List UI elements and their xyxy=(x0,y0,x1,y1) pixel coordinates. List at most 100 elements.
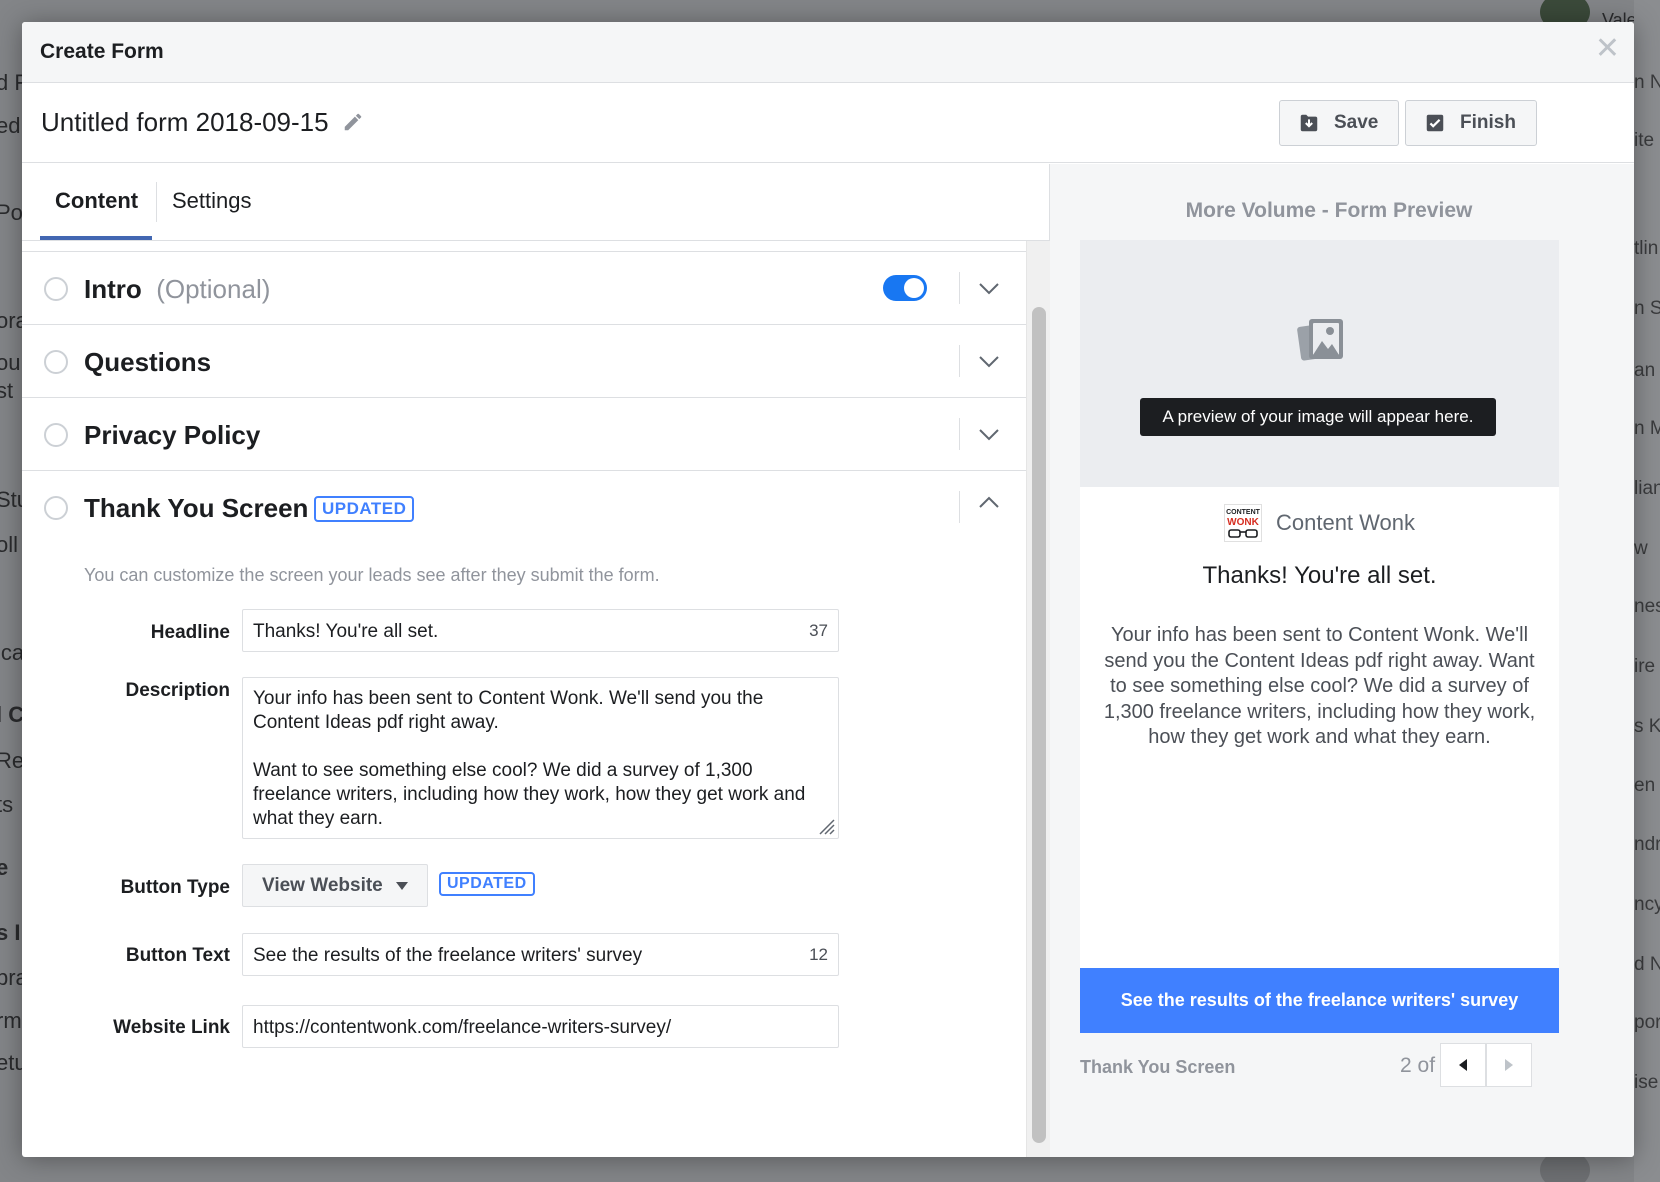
close-icon[interactable]: ✕ xyxy=(1595,34,1620,64)
preview-headline: Thanks! You're all set. xyxy=(1202,562,1437,589)
divider xyxy=(959,491,960,523)
create-form-dialog: Create Form ✕ Untitled form 2018-09-15 S… xyxy=(22,22,1634,1157)
website-link-label: Website Link xyxy=(113,1017,230,1038)
background-text: ndr xyxy=(1634,834,1660,855)
description-textarea[interactable]: Your info has been sent to Content Wonk.… xyxy=(242,677,839,839)
brand-logo: CONTENT WONK xyxy=(1223,504,1262,542)
preview-description: Your info has been sent to Content Wonk.… xyxy=(1103,624,1536,748)
description-label: Description xyxy=(125,680,230,701)
divider xyxy=(959,418,960,450)
next-page-button[interactable] xyxy=(1486,1043,1532,1087)
background-text: Stu xyxy=(0,487,22,512)
sections-list: Intro (Optional) Questions Privacy Polic… xyxy=(22,251,1026,1157)
button-type-value: View Website xyxy=(262,874,383,896)
scrollbar-thumb[interactable] xyxy=(1032,307,1046,1143)
caret-right-icon xyxy=(1505,1059,1513,1071)
button-text-input[interactable]: See the results of the freelance writers… xyxy=(242,933,839,976)
background-text: ire xyxy=(1634,656,1656,677)
updated-badge: UPDATED xyxy=(439,872,535,896)
background-text: ise xyxy=(1634,1072,1659,1093)
background-text: l C xyxy=(0,702,22,727)
character-count: 37 xyxy=(809,621,828,640)
save-button[interactable]: Save xyxy=(1279,100,1400,146)
background-text: por xyxy=(1634,1012,1660,1033)
background-text: d F xyxy=(0,70,22,95)
divider xyxy=(959,272,960,304)
save-icon xyxy=(1300,114,1318,132)
save-button-label: Save xyxy=(1334,112,1379,133)
description-paragraph: Want to see something else cool? We did … xyxy=(253,760,806,829)
headline-input[interactable]: Thanks! You're all set. 37 xyxy=(242,609,839,652)
previous-page-button[interactable] xyxy=(1440,1043,1486,1087)
section-questions-title: Questions xyxy=(84,347,212,377)
button-type-label: Button Type xyxy=(120,877,230,898)
preview-pane: More Volume - Form Preview A preview of … xyxy=(1050,164,1634,1157)
section-privacy-policy[interactable]: Privacy Policy xyxy=(22,398,1026,471)
preview-title: More Volume - Form Preview xyxy=(1185,199,1473,222)
section-status-radio[interactable] xyxy=(44,423,68,447)
background-text: lian xyxy=(1634,478,1660,499)
background-text: an xyxy=(1634,360,1656,381)
button-text-value: See the results of the freelance writers… xyxy=(253,945,643,966)
section-title: Intro (Optional) xyxy=(84,274,270,305)
section-privacy-title: Privacy Policy xyxy=(84,420,261,450)
background-text: ite xyxy=(1634,130,1655,151)
finish-button-label: Finish xyxy=(1460,112,1516,133)
section-description: You can customize the screen your leads … xyxy=(84,565,660,585)
pencil-icon[interactable] xyxy=(342,111,364,133)
resize-handle-icon[interactable] xyxy=(812,812,836,836)
divider xyxy=(959,345,960,377)
button-text-label: Button Text xyxy=(125,945,230,966)
finish-button[interactable]: Finish xyxy=(1405,100,1537,146)
background-text: ora xyxy=(0,308,22,333)
button-type-select[interactable]: View Website xyxy=(242,864,428,907)
background-text: tlin xyxy=(1634,238,1659,259)
section-intro-title: Intro xyxy=(84,274,142,304)
section-questions[interactable]: Questions xyxy=(22,325,1026,398)
background-text: st xyxy=(0,378,14,403)
background-text: rm xyxy=(0,1008,22,1033)
background-text: d N xyxy=(1634,954,1660,975)
background-text: ncy xyxy=(1634,894,1660,915)
background-text: oll xyxy=(0,532,19,557)
chevron-down-icon[interactable] xyxy=(977,276,1001,300)
tab-content[interactable]: Content xyxy=(55,188,138,214)
background-text: Po xyxy=(0,200,22,225)
background-text: en xyxy=(1634,775,1656,796)
description-text: Your info has been sent to Content Wonk.… xyxy=(253,687,833,855)
headline-label: Headline xyxy=(150,622,230,643)
tab-settings[interactable]: Settings xyxy=(172,188,252,214)
section-intro[interactable]: Intro (Optional) xyxy=(22,252,1026,325)
background-text: ica xyxy=(0,640,22,665)
background-text: e xyxy=(0,855,9,880)
section-status-radio[interactable] xyxy=(44,496,68,520)
dialog-header: Create Form ✕ xyxy=(22,22,1634,83)
background-text: ts xyxy=(0,792,14,817)
section-status-radio[interactable] xyxy=(44,350,68,374)
website-link-input[interactable]: https://contentwonk.com/freelance-writer… xyxy=(242,1005,839,1048)
caret-left-icon xyxy=(1459,1059,1467,1071)
caret-down-icon xyxy=(395,881,408,890)
editor-tabs: Content Settings xyxy=(22,164,1049,241)
chevron-down-icon[interactable] xyxy=(977,422,1001,446)
form-name: Untitled form 2018-09-15 xyxy=(41,107,329,137)
chevron-up-icon[interactable] xyxy=(977,491,1001,515)
scrollbar[interactable] xyxy=(1026,241,1050,1157)
background-text: Re xyxy=(0,748,22,773)
section-status-radio[interactable] xyxy=(44,277,68,301)
background-text: n S xyxy=(1634,298,1660,319)
updated-badge: UPDATED xyxy=(314,496,415,522)
background-text: w xyxy=(1634,538,1648,559)
chevron-down-icon[interactable] xyxy=(977,349,1001,373)
background-text: n N xyxy=(1634,72,1660,93)
image-placeholder: A preview of your image will appear here… xyxy=(1080,240,1559,487)
background-text: bra xyxy=(0,965,22,990)
background-text: ou xyxy=(0,350,21,375)
form-toolbar: Untitled form 2018-09-15 Save Finish xyxy=(22,83,1634,163)
background-text: ed xyxy=(0,113,21,138)
glasses-icon xyxy=(1228,529,1258,538)
intro-toggle[interactable] xyxy=(883,275,927,301)
website-link-value: https://contentwonk.com/freelance-writer… xyxy=(253,1017,672,1038)
preview-cta-button[interactable]: See the results of the freelance writers… xyxy=(1080,968,1559,1033)
character-count: 12 xyxy=(809,945,828,964)
